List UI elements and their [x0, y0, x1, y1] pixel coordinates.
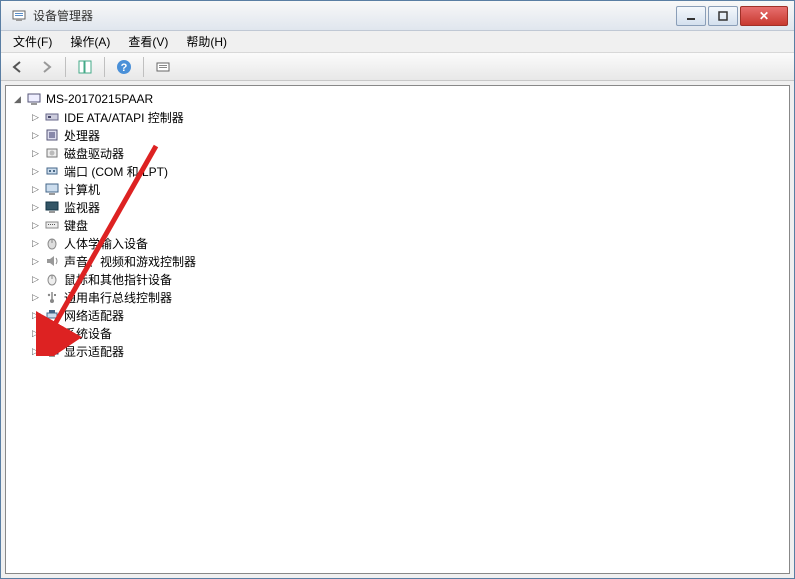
usb-icon [44, 289, 60, 305]
tree-item-cpu[interactable]: ▷ 处理器 [8, 126, 787, 144]
expander-icon[interactable]: ◢ [12, 94, 23, 105]
cpu-icon [44, 127, 60, 143]
window-title: 设备管理器 [33, 7, 676, 24]
tree-item-hid[interactable]: ▷ 人体学输入设备 [8, 234, 787, 252]
expander-icon[interactable]: ▷ [30, 202, 41, 213]
monitor-icon [44, 199, 60, 215]
forward-button[interactable] [35, 56, 57, 78]
close-button[interactable]: ✕ [740, 6, 788, 26]
mouse-icon [44, 271, 60, 287]
tree-item-label: 鼠标和其他指针设备 [64, 271, 172, 288]
expander-icon[interactable]: ▷ [30, 220, 41, 231]
menu-file[interactable]: 文件(F) [5, 31, 60, 52]
menu-view[interactable]: 查看(V) [120, 31, 176, 52]
sound-icon [44, 253, 60, 269]
menu-help[interactable]: 帮助(H) [178, 31, 235, 52]
tree-item-sound[interactable]: ▷ 声音、视频和游戏控制器 [8, 252, 787, 270]
toolbar-separator [65, 57, 66, 77]
tree-item-display[interactable]: ▷ 显示适配器 [8, 342, 787, 360]
tree-item-label: 监视器 [64, 199, 100, 216]
tree-item-label: 人体学输入设备 [64, 235, 148, 252]
expander-icon[interactable]: ▷ [30, 166, 41, 177]
disk-icon [44, 145, 60, 161]
tree-item-label: 系统设备 [64, 325, 112, 342]
display-icon [44, 343, 60, 359]
tree-item-label: 网络适配器 [64, 307, 124, 324]
window-controls: ✕ [676, 6, 788, 26]
toolbar-separator [143, 57, 144, 77]
device-tree-panel: ◢ MS-20170215PAAR ▷ IDE ATA/ATAPI 控制器 ▷ 处理器… [5, 85, 790, 574]
toolbar: ? [1, 53, 794, 81]
menu-action[interactable]: 操作(A) [62, 31, 118, 52]
ports-icon [44, 163, 60, 179]
tree-item-label: 显示适配器 [64, 343, 124, 360]
keyboard-icon [44, 217, 60, 233]
tree-item-computer[interactable]: ▷ 计算机 [8, 180, 787, 198]
expander-icon[interactable]: ▷ [30, 184, 41, 195]
expander-icon[interactable]: ▷ [30, 148, 41, 159]
tree-item-keyboard[interactable]: ▷ 键盘 [8, 216, 787, 234]
expander-icon[interactable]: ▷ [30, 292, 41, 303]
tree-item-disk[interactable]: ▷ 磁盘驱动器 [8, 144, 787, 162]
tree-root-label: MS-20170215PAAR [46, 92, 153, 106]
tree-item-label: 计算机 [64, 181, 100, 198]
titlebar: 设备管理器 ✕ [1, 1, 794, 31]
expander-icon[interactable]: ▷ [30, 274, 41, 285]
hid-icon [44, 235, 60, 251]
toolbar-separator [104, 57, 105, 77]
minimize-button[interactable] [676, 6, 706, 26]
tree-item-mouse[interactable]: ▷ 鼠标和其他指针设备 [8, 270, 787, 288]
tree-item-label: 键盘 [64, 217, 88, 234]
maximize-button[interactable] [708, 6, 738, 26]
expander-icon[interactable]: ▷ [30, 328, 41, 339]
device-tree: ◢ MS-20170215PAAR ▷ IDE ATA/ATAPI 控制器 ▷ 处理器… [6, 86, 789, 364]
tree-item-label: IDE ATA/ATAPI 控制器 [64, 109, 184, 126]
help-button[interactable]: ? [113, 56, 135, 78]
tree-item-system[interactable]: ▷ 系统设备 [8, 324, 787, 342]
expander-icon[interactable]: ▷ [30, 310, 41, 321]
expander-icon[interactable]: ▷ [30, 256, 41, 267]
computer-icon [26, 91, 42, 107]
expander-icon[interactable]: ▷ [30, 112, 41, 123]
menubar: 文件(F) 操作(A) 查看(V) 帮助(H) [1, 31, 794, 53]
svg-text:?: ? [121, 62, 128, 74]
expander-icon[interactable]: ▷ [30, 346, 41, 357]
tree-item-ide[interactable]: ▷ IDE ATA/ATAPI 控制器 [8, 108, 787, 126]
tree-item-label: 通用串行总线控制器 [64, 289, 172, 306]
tree-item-label: 端口 (COM 和 LPT) [64, 163, 168, 180]
device-manager-window: 设备管理器 ✕ 文件(F) 操作(A) 查看(V) 帮助(H) [0, 0, 795, 579]
show-hide-tree-button[interactable] [74, 56, 96, 78]
tree-item-ports[interactable]: ▷ 端口 (COM 和 LPT) [8, 162, 787, 180]
network-icon [44, 307, 60, 323]
back-button[interactable] [7, 56, 29, 78]
system-icon [44, 325, 60, 341]
scan-hardware-button[interactable] [152, 56, 174, 78]
ide-icon [44, 109, 60, 125]
app-icon [11, 8, 27, 24]
tree-item-monitor[interactable]: ▷ 监视器 [8, 198, 787, 216]
tree-root[interactable]: ◢ MS-20170215PAAR [8, 90, 787, 108]
expander-icon[interactable]: ▷ [30, 238, 41, 249]
computer-icon [44, 181, 60, 197]
tree-item-label: 磁盘驱动器 [64, 145, 124, 162]
tree-item-label: 处理器 [64, 127, 100, 144]
expander-icon[interactable]: ▷ [30, 130, 41, 141]
tree-item-label: 声音、视频和游戏控制器 [64, 253, 196, 270]
tree-item-usb[interactable]: ▷ 通用串行总线控制器 [8, 288, 787, 306]
tree-item-network[interactable]: ▷ 网络适配器 [8, 306, 787, 324]
